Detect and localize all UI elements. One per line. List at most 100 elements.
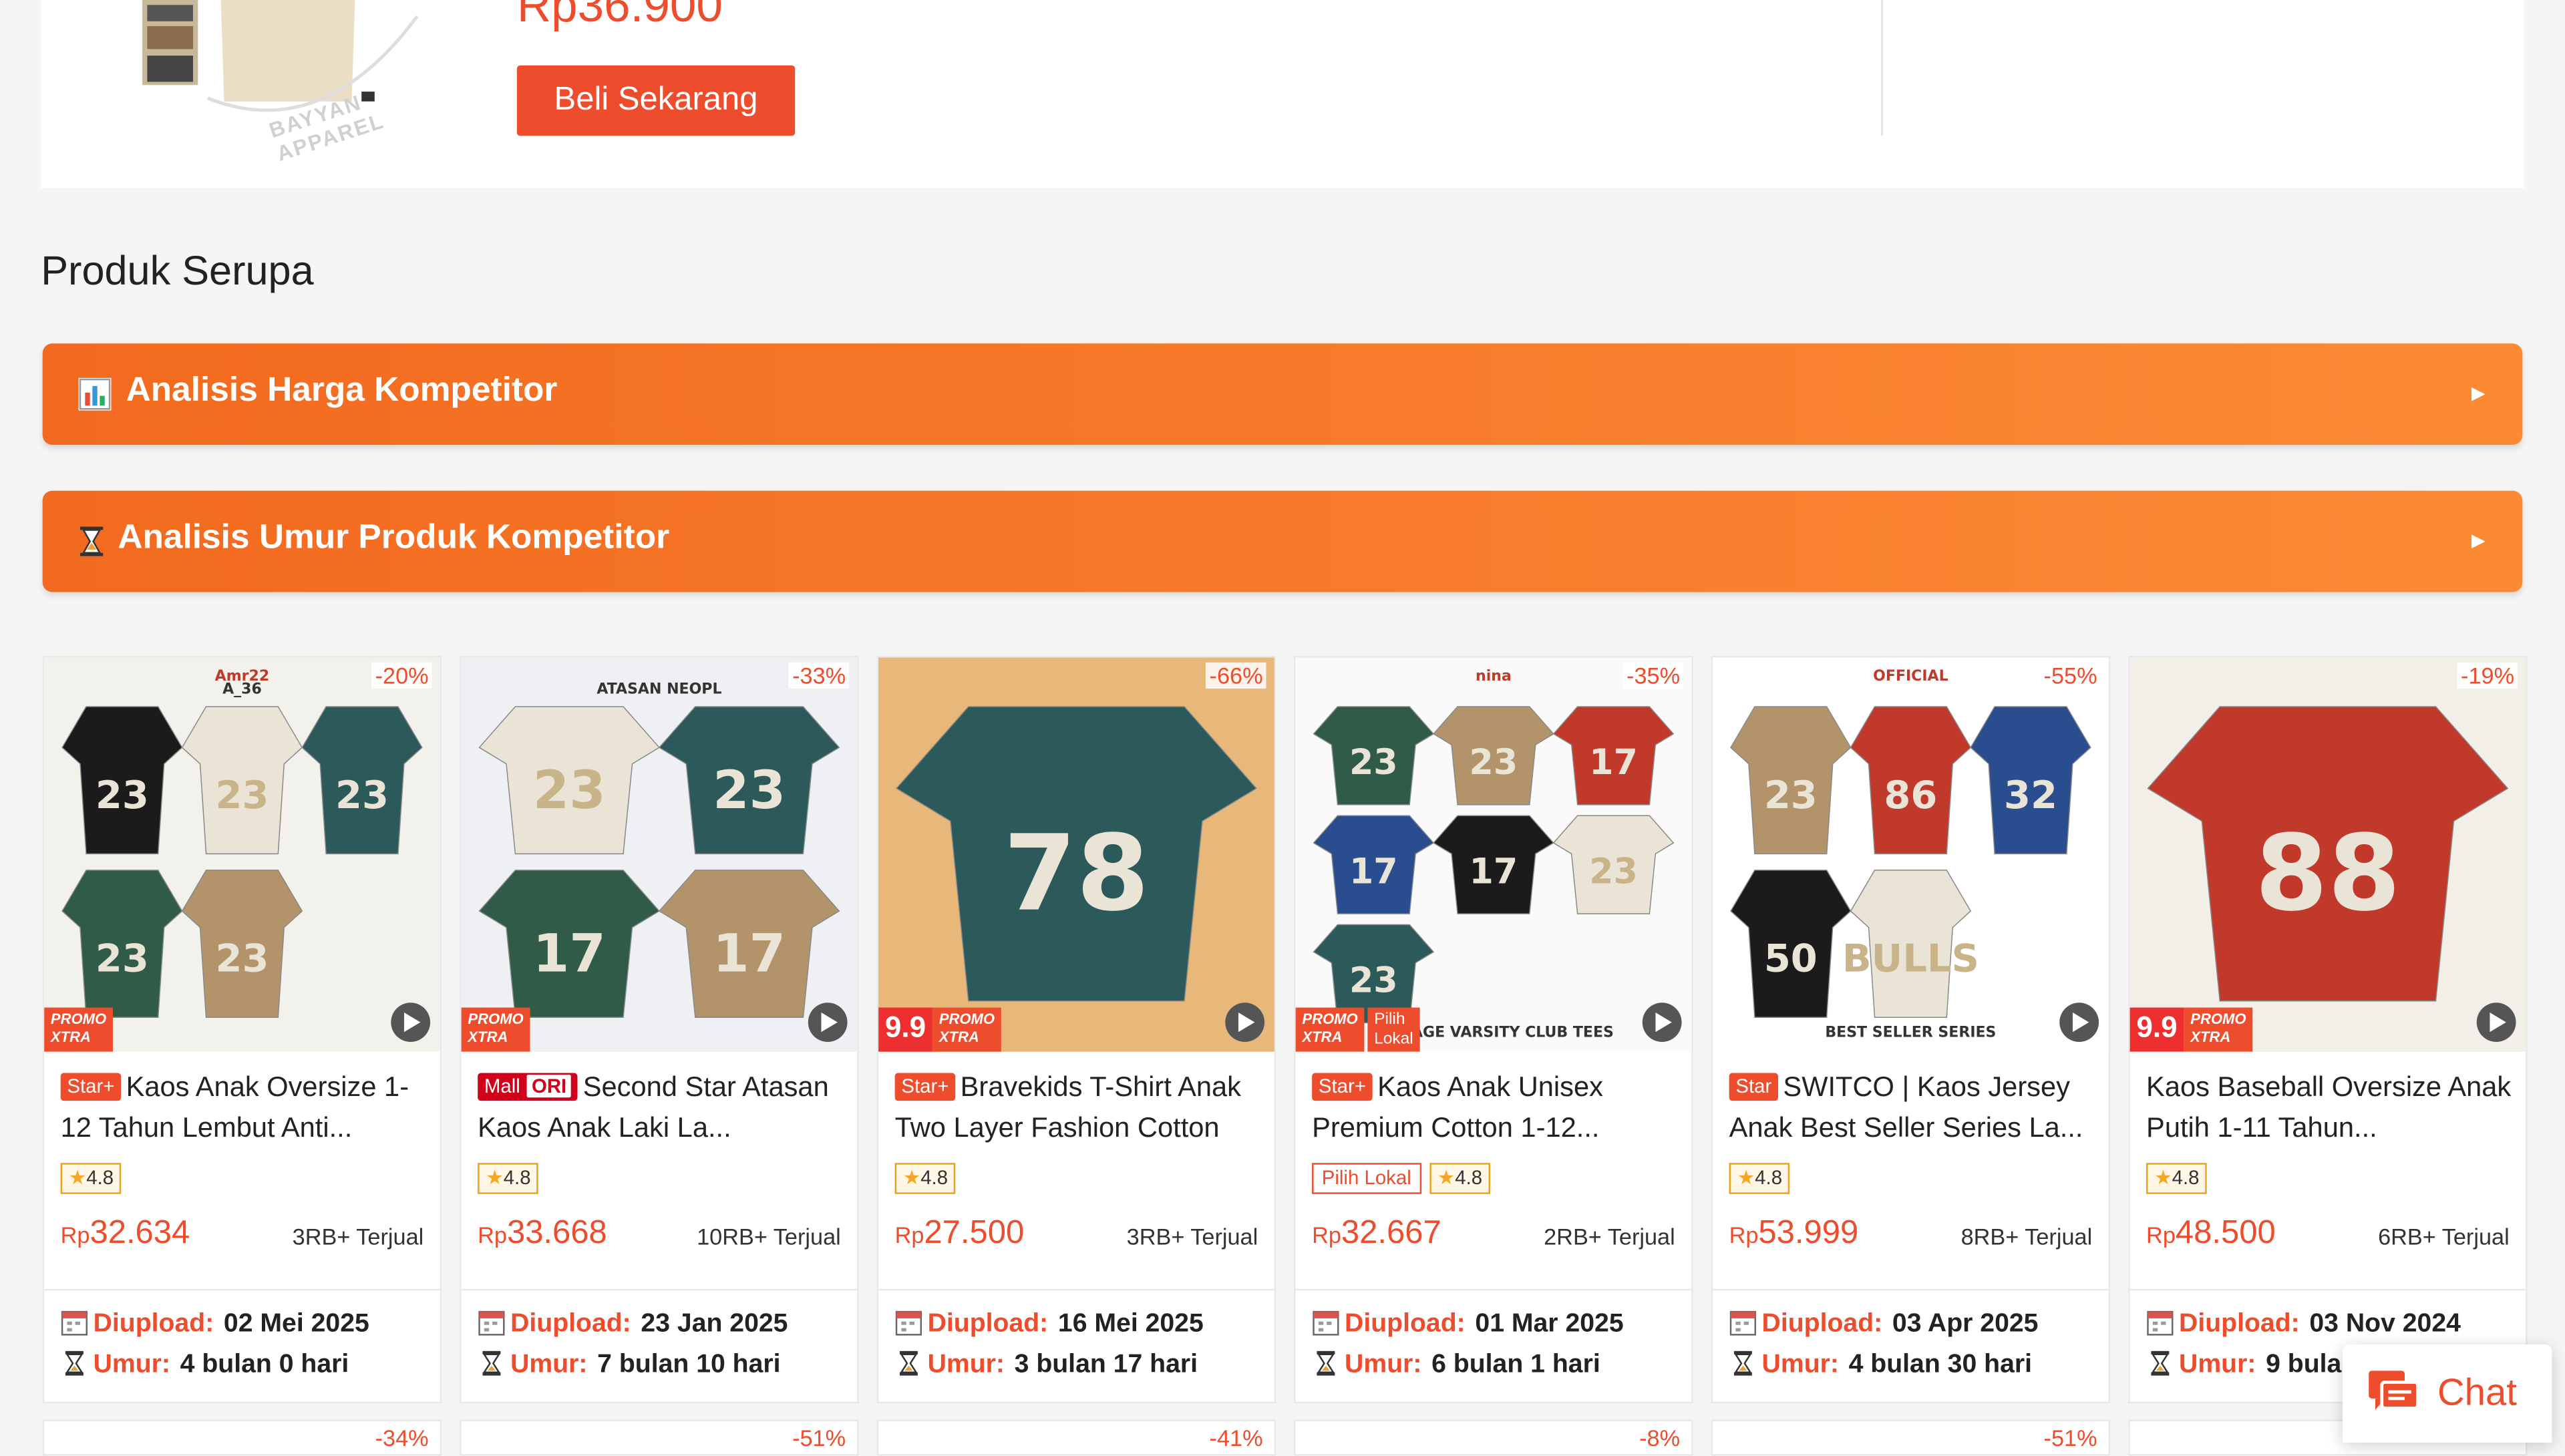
product-card[interactable]: 88 -19% 9.9 PROMO XTRA Kaos Baseball Overs… <box>2128 656 2528 1404</box>
promo-xtra-label: PROMO XTRA <box>44 1007 114 1052</box>
chat-button[interactable]: Chat <box>2342 1344 2552 1443</box>
jersey-number: 23 <box>1589 852 1638 892</box>
section-title: Produk Serupa <box>41 248 314 295</box>
promo-badge: PROMO XTRA <box>461 1007 530 1052</box>
product-card-next-row[interactable]: -41% <box>876 1419 1276 1456</box>
product-card-next-row[interactable]: -34% <box>42 1419 442 1456</box>
card-divider <box>878 1288 1274 1291</box>
sold-count: 8RB+ Terjual <box>1960 1223 2093 1250</box>
jersey-number: 23 <box>96 773 149 817</box>
product-title-text: Kaos Baseball Oversize Anak Putih 1-11 T… <box>2146 1071 2512 1143</box>
product-card[interactable]: 23 23 17 17 ATASAN NEOPL -33% PROMO XTRA Mall… <box>460 656 859 1404</box>
price-value: 32.667 <box>1341 1215 1441 1252</box>
jersey-number: 23 <box>1349 743 1398 783</box>
age-label: Umur: <box>2179 1350 2256 1379</box>
sold-count: 6RB+ Terjual <box>2378 1223 2510 1250</box>
discount-badge: -19% <box>2457 662 2518 689</box>
product-card[interactable]: 23 86 32 50 BULLS BEST SELLER SERIES OFFICIAL … <box>1711 656 2111 1404</box>
accordion-price-analysis[interactable]: Analisis Harga Kompetitor ► <box>42 343 2523 445</box>
image-brand: nina <box>1476 668 1512 685</box>
chat-label: Chat <box>2437 1371 2517 1413</box>
product-age-row: Umur: 7 bulan 10 hari <box>478 1349 781 1381</box>
product-title[interactable]: Star+ Kaos Anak Oversize 1-12 Tahun Lembu… <box>60 1067 428 1148</box>
play-video-icon[interactable] <box>808 1003 848 1043</box>
upload-date: 03 Nov 2024 <box>2309 1310 2461 1338</box>
product-card[interactable]: 23 23 23 23 23 A_36 Amr22 -20% PROMO XTRA Star+… <box>42 656 442 1404</box>
product-age: 3 bulan 17 hari <box>1014 1350 1198 1379</box>
product-price: Rp33.668 <box>478 1216 607 1253</box>
discount-badge: -51% <box>789 1425 850 1451</box>
product-price: Rp32.667 <box>1312 1216 1441 1253</box>
jersey-number: 23 <box>215 936 269 981</box>
jersey-number: 86 <box>1884 773 1937 817</box>
jersey-number: 23 <box>335 773 389 817</box>
product-image[interactable]: 78 -66% 9.9 PROMO XTRA <box>878 657 1274 1052</box>
price-value: 53.999 <box>1758 1215 1859 1252</box>
rating-value: 4.8 <box>503 1166 531 1190</box>
top-product-price: Rp36.900 <box>516 0 723 33</box>
rating-value: 4.8 <box>2172 1166 2200 1190</box>
discount-badge: -35% <box>1623 662 1684 689</box>
product-image[interactable]: 23 23 17 17 17 23 23 VINTAGE VARSITY CLUB TEES n… <box>1295 657 1692 1052</box>
product-price: Rp53.999 <box>1729 1216 1859 1253</box>
hourglass-icon <box>895 1349 923 1377</box>
product-title[interactable]: Star+ Bravekids T-Shirt Anak Two Layer Fa… <box>894 1067 1262 1148</box>
product-card-next-row[interactable]: -51% <box>1711 1419 2111 1456</box>
product-age-row: Umur: 3 bulan 17 hari <box>895 1349 1198 1381</box>
jersey-number: 17 <box>533 924 606 984</box>
rating-value: 4.8 <box>1755 1166 1783 1190</box>
product-image[interactable]: 23 23 17 17 ATASAN NEOPL -33% PROMO XTRA <box>461 657 858 1052</box>
pilih-lokal-tag: Pilih Lokal <box>1312 1163 1421 1194</box>
product-image[interactable]: 23 86 32 50 BULLS BEST SELLER SERIES OFFICIAL … <box>1713 657 2109 1052</box>
card-divider <box>2129 1288 2526 1291</box>
product-title[interactable]: Mall ORI Second Star Atasan Kaos Anak Laki… <box>478 1067 844 1148</box>
product-age-row: Umur: 6 bulan 1 hari <box>1312 1349 1600 1381</box>
product-image[interactable]: 88 -19% 9.9 PROMO XTRA <box>2129 657 2526 1052</box>
image-brand: OFFICIAL <box>1873 668 1948 685</box>
jersey-number: 17 <box>1470 852 1518 892</box>
jersey-number: 23 <box>1470 743 1518 783</box>
promo-badge: 9.9 PROMO XTRA <box>2129 1007 2253 1052</box>
jersey-number: 23 <box>1349 961 1398 1001</box>
product-card-next-row[interactable]: -8% <box>1294 1419 1693 1456</box>
play-video-icon[interactable] <box>2059 1003 2099 1043</box>
upload-date-row: Diupload: 16 Mei 2025 <box>895 1308 1204 1340</box>
star-icon: ★ <box>902 1166 921 1190</box>
discount-badge: -51% <box>2040 1425 2101 1451</box>
top-product-image[interactable]: BAYYAN APPAREL <box>142 0 420 166</box>
upload-label: Diupload: <box>1761 1310 1883 1338</box>
upload-date-row: Diupload: 03 Apr 2025 <box>1729 1308 2038 1340</box>
product-card[interactable]: 78 -66% 9.9 PROMO XTRA Star+ Bravekids T-Sh… <box>876 656 1276 1404</box>
discount-badge: -20% <box>371 662 432 689</box>
discount-badge: -66% <box>1206 662 1266 689</box>
jersey-number: 17 <box>713 924 786 984</box>
product-title[interactable]: Kaos Baseball Oversize Anak Putih 1-11 T… <box>2146 1067 2513 1148</box>
sold-count: 2RB+ Terjual <box>1544 1223 1675 1250</box>
upload-date: 23 Jan 2025 <box>641 1310 788 1338</box>
accordion-age-analysis[interactable]: Analisis Umur Produk Kompetitor ► <box>42 490 2523 592</box>
product-title[interactable]: Star+ Kaos Anak Unisex Premium Cotton 1-1… <box>1312 1067 1679 1148</box>
promo-xtra-label: PROMO XTRA <box>461 1007 530 1052</box>
play-video-icon[interactable] <box>2476 1003 2516 1043</box>
play-video-icon[interactable] <box>1225 1003 1265 1043</box>
rating-badge: ★4.8 <box>894 1163 957 1194</box>
jersey-number: 88 <box>2255 813 2401 934</box>
buy-now-button[interactable]: Beli Sekarang <box>516 65 796 136</box>
rating-badge: ★4.8 <box>2146 1163 2208 1194</box>
product-title[interactable]: Star SWITCO | Kaos Jersey Anak Best Selle… <box>1729 1067 2096 1148</box>
play-video-icon[interactable] <box>391 1003 431 1043</box>
meta-row: Pilih Lokal ★4.8 <box>1312 1163 1491 1194</box>
meta-row: ★4.8 <box>2146 1163 2208 1194</box>
product-image[interactable]: 23 23 23 23 23 A_36 Amr22 -20% PROMO XTRA <box>44 657 440 1052</box>
rating-value: 4.8 <box>86 1166 114 1190</box>
play-video-icon[interactable] <box>1642 1003 1682 1043</box>
jersey-number: 17 <box>1589 743 1638 783</box>
product-card-next-row[interactable]: -51% <box>460 1419 859 1456</box>
expand-arrow-icon: ► <box>2467 379 2490 406</box>
meta-row: ★4.8 <box>894 1163 957 1194</box>
product-card[interactable]: 23 23 17 17 17 23 23 VINTAGE VARSITY CLUB TEES n… <box>1294 656 1693 1404</box>
promo-badge: PROMO XTRA Pilih Lokal <box>1295 1007 1420 1052</box>
sold-count: 10RB+ Terjual <box>697 1223 841 1250</box>
star-icon: ★ <box>1437 1166 1456 1190</box>
top-product-card: BAYYAN APPAREL Rp36.900 Beli Sekarang <box>41 0 2524 188</box>
